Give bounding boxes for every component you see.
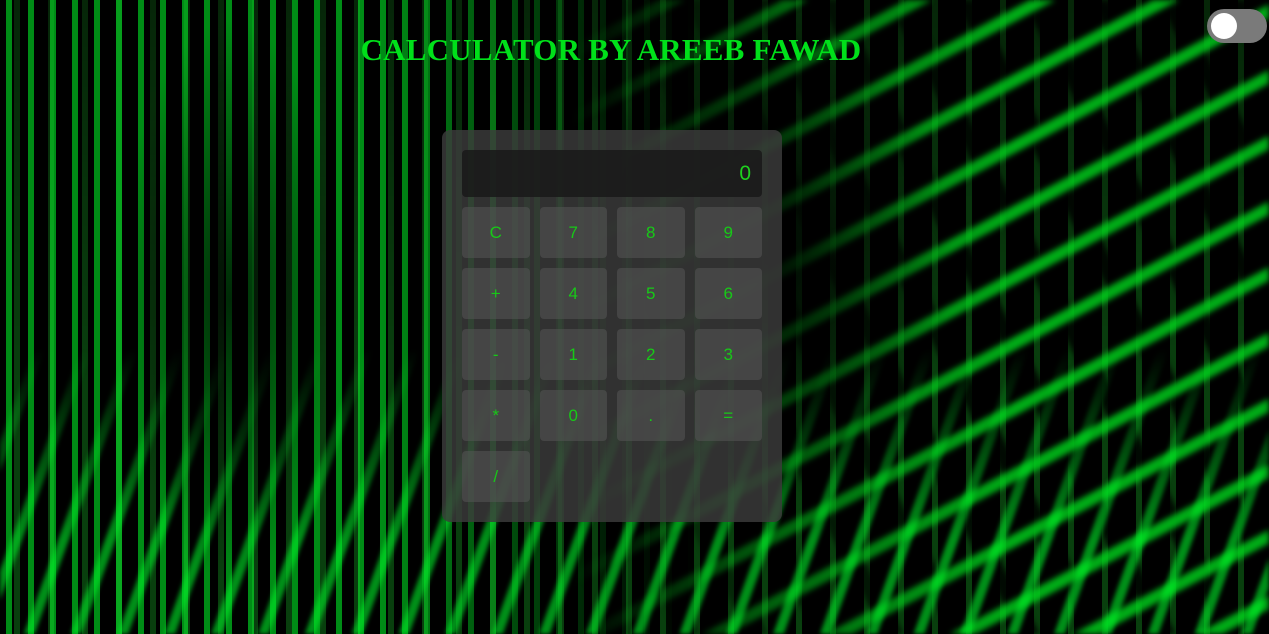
equals-button[interactable]: =	[694, 390, 762, 441]
add-button[interactable]: +	[462, 268, 530, 319]
clear-button[interactable]: C	[462, 207, 530, 258]
calculator-keypad: C 7 8 9 +4 5 6 -1 2 3 * 0. = /	[462, 207, 762, 502]
digit-6-button[interactable]: 6	[694, 268, 762, 319]
calculator-panel: 0 C 7 8 9 +4 5 6-1 2 3 * 0. = /	[442, 130, 782, 522]
subtract-button[interactable]: -	[462, 329, 530, 380]
digit-3-button[interactable]: 3	[694, 329, 762, 380]
digit-5-button[interactable]: 5	[617, 268, 685, 319]
digit-7-button[interactable]: 7	[539, 207, 607, 258]
calculator-display: 0	[462, 150, 762, 197]
page-title: CALCULATOR BY AREEB FAWAD	[360, 32, 862, 67]
digit-4-button[interactable]: 4	[539, 268, 607, 319]
multiply-button[interactable]: *	[462, 390, 530, 441]
digit-9-button[interactable]: 9	[694, 207, 762, 258]
digit-8-button[interactable]: 8	[617, 207, 685, 258]
divide-button[interactable]: /	[462, 451, 530, 502]
decimal-button[interactable]: .	[617, 390, 685, 441]
digit-2-button[interactable]: 2	[617, 329, 685, 380]
toggle-knob	[1211, 13, 1237, 39]
digit-0-button[interactable]: 0	[539, 390, 607, 441]
theme-toggle[interactable]	[1207, 9, 1267, 43]
digit-1-button[interactable]: 1	[539, 329, 607, 380]
